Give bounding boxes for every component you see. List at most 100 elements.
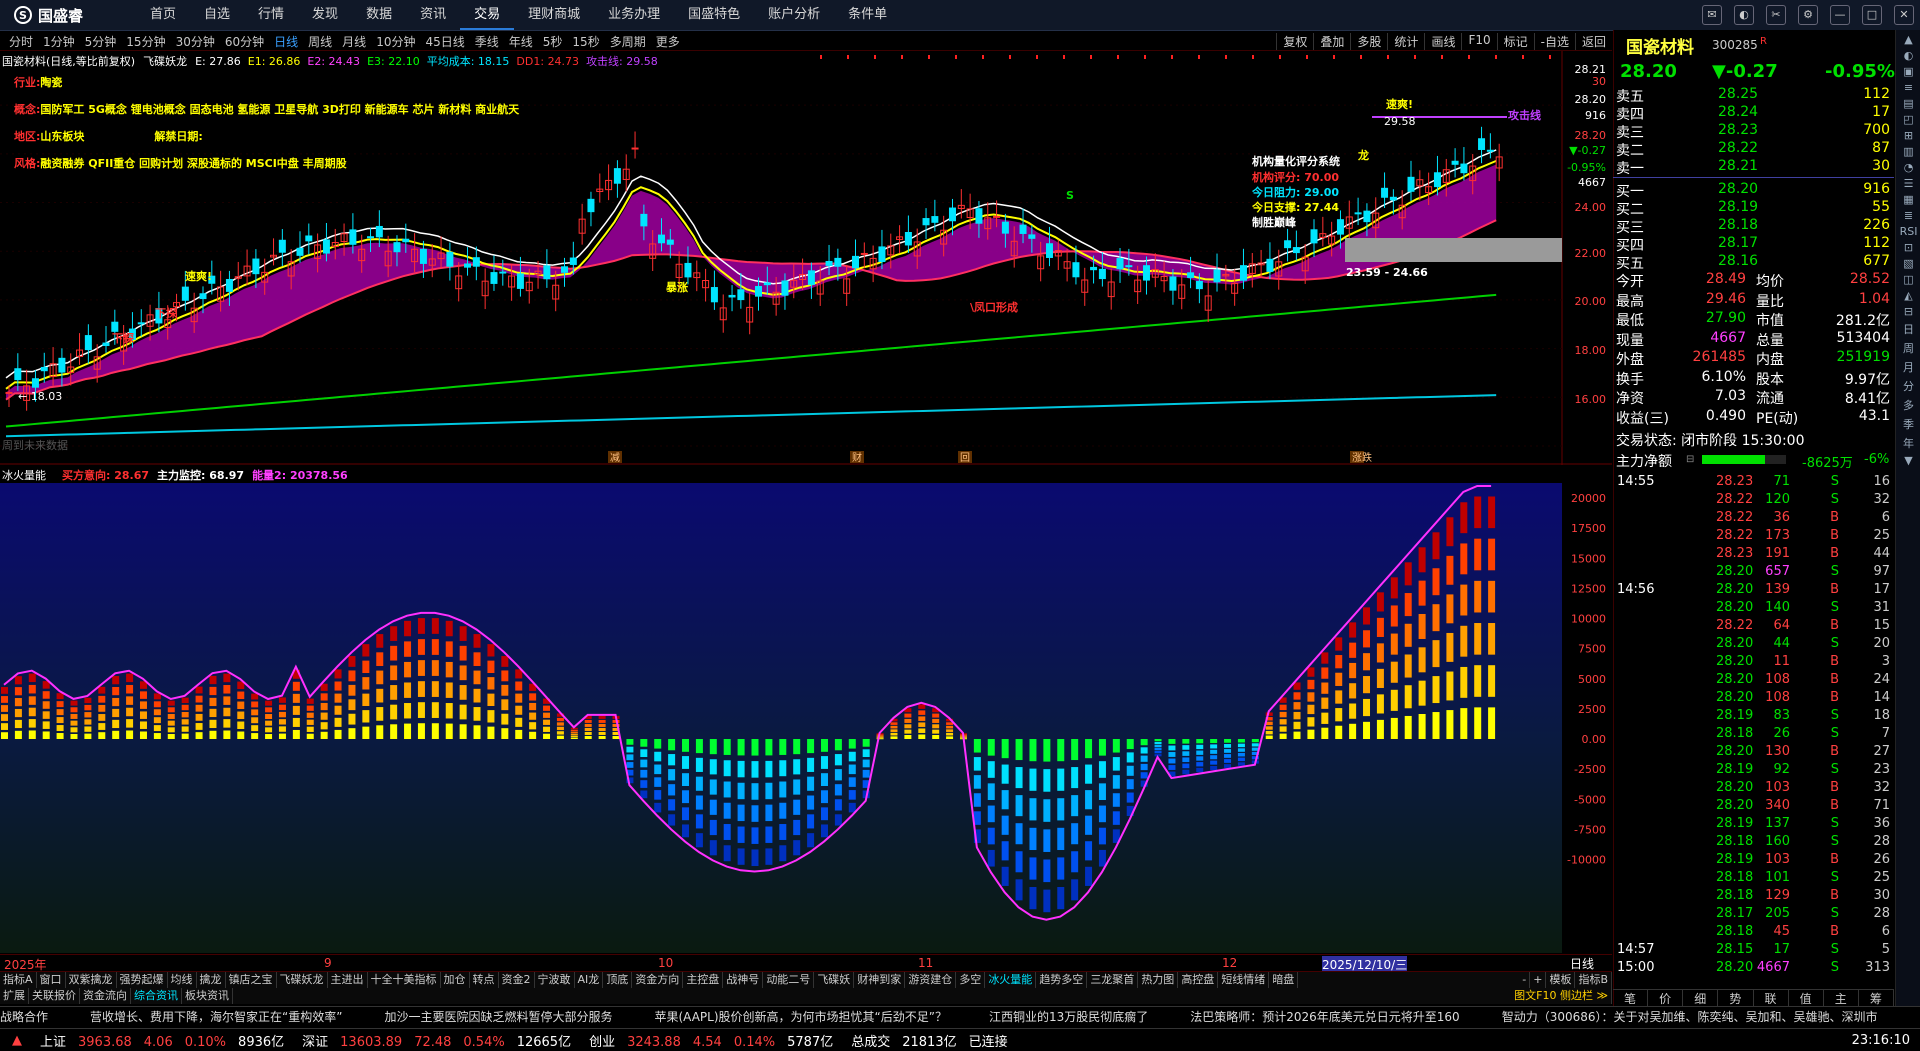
indicator-tab[interactable]: 转点 [470, 972, 499, 988]
period-tab[interactable]: 5秒 [538, 33, 568, 50]
sidebar-icon[interactable]: 日 [1896, 321, 1920, 337]
indicator-tab[interactable]: 动能二号 [763, 972, 815, 988]
message-icon[interactable]: ✉ [1702, 5, 1722, 25]
lower-title[interactable]: 冰火量能 [2, 467, 46, 483]
indicator-tab[interactable]: 热力图 [1138, 972, 1179, 988]
order-book-row[interactable]: 买三 28.18 226 [1613, 217, 1894, 236]
skin-icon[interactable]: ◐ [1734, 5, 1754, 25]
quote-tab[interactable]: 联 [1754, 990, 1789, 1006]
indicator-tab[interactable]: 宁波敢 [535, 972, 575, 988]
close-icon[interactable]: ✕ [1894, 5, 1914, 25]
menu-item[interactable]: 首页 [136, 0, 190, 30]
indicator-tab[interactable]: 均线 [168, 972, 197, 988]
quote-tab[interactable]: 价 [1648, 990, 1684, 1006]
sidebar-icon[interactable]: ◔ [1896, 161, 1920, 174]
info-tab[interactable]: 资金流向 [80, 988, 131, 1004]
period-tab[interactable]: 年线 [504, 33, 538, 50]
period-tab[interactable]: 月线 [337, 33, 371, 50]
order-book-row[interactable]: 卖二 28.22 87 [1613, 140, 1894, 159]
sidebar-icon[interactable]: ▥ [1896, 145, 1920, 158]
news-item[interactable]: 苹果(AAPL)股价创新高，为何市场担忧其“后劲不足”？ [654, 1010, 946, 1024]
menu-item[interactable]: 国盛特色 [674, 0, 754, 30]
chart-tool-button[interactable]: 画线 [1424, 33, 1461, 50]
news-item[interactable]: 智动力（300686）：关于对吴加维、陈奕纯、吴加和、吴雄驰、深圳市 [1502, 1010, 1878, 1024]
info-tab[interactable]: 综合资讯 [131, 988, 182, 1004]
sidebar-icon[interactable]: ⊟ [1896, 305, 1920, 318]
news-item[interactable]: 江西铜业的13万股民彻底瘸了 [989, 1010, 1148, 1024]
tick-list[interactable]: 14:55 28.23 71 S 16 28.22 120 S 32 28.22 36 B 6 28.22… [1613, 474, 1894, 978]
indicator-tab[interactable]: 资金2 [499, 972, 535, 988]
menu-item[interactable]: 数据 [352, 0, 406, 30]
chart-tool-button[interactable]: 标记 [1496, 33, 1534, 50]
sidebar-icon[interactable]: ▼ [1896, 454, 1920, 467]
app-logo[interactable]: S 国盛睿 [14, 4, 83, 26]
menu-item[interactable]: 条件单 [834, 0, 901, 30]
indicator-tab-right[interactable]: - [1519, 972, 1531, 988]
period-tab[interactable]: 分时 [4, 33, 38, 50]
maximize-icon[interactable]: □ [1862, 5, 1882, 25]
news-item[interactable]: 战略合作 [0, 1010, 48, 1024]
quote-tab[interactable]: 值 [1789, 990, 1824, 1006]
indicator-tab[interactable]: 顶底 [603, 972, 633, 988]
order-book-row[interactable]: 买四 28.17 112 [1613, 235, 1894, 254]
indicator-tab-right[interactable]: 指标B [1575, 972, 1612, 988]
period-tab[interactable]: 多周期 [605, 33, 651, 50]
news-ticker[interactable]: 战略合作 营收增长、费用下降，海尔智家正在“重构效率” 加沙一主要医院因缺乏燃料暂停… [0, 1006, 1920, 1027]
indicator-tab[interactable]: 趋势多空 [1036, 972, 1088, 988]
tools-icon[interactable]: ✂ [1766, 5, 1786, 25]
menu-item[interactable]: 自选 [190, 0, 244, 30]
expand-icon[interactable]: ⊟ [1686, 454, 1694, 465]
quote-tab[interactable]: 笔 [1613, 990, 1649, 1006]
sidebar-icon[interactable]: ◰ [1896, 113, 1920, 126]
volume-energy-chart[interactable]: 20000 17500 15000 12500 10000 7500 5000 2500 0.0… [0, 483, 1612, 953]
info-tab[interactable]: 板块资讯 [182, 988, 233, 1004]
sidebar-icon[interactable]: 季 [1896, 416, 1920, 432]
sidebar-icon[interactable]: ▤ [1896, 97, 1920, 110]
sidebar-icon[interactable]: ≣ [1896, 209, 1920, 222]
indicator-tab[interactable]: 主控盘 [683, 972, 724, 988]
chart-tool-button[interactable]: F10 [1461, 33, 1496, 50]
sidebar-icon[interactable]: ▣ [1896, 65, 1920, 78]
indicator-tab[interactable]: 擒龙 [197, 972, 226, 988]
news-item[interactable]: 营收增长、费用下降，海尔智家正在“重构效率” [90, 1010, 342, 1024]
settings-icon[interactable]: ⚙ [1798, 5, 1818, 25]
indicator-tab[interactable]: 冰火量能 [985, 972, 1037, 988]
quote-tab[interactable]: 势 [1718, 990, 1754, 1006]
indicator-tab-right[interactable]: 模板 [1546, 972, 1576, 988]
menu-item[interactable]: 行情 [244, 0, 298, 30]
period-tab[interactable]: 15秒 [567, 33, 604, 50]
sidebar-icon[interactable]: RSI [1896, 225, 1920, 238]
indicator-tab[interactable]: 多空 [956, 972, 986, 988]
order-book-row[interactable]: 买二 28.19 55 [1613, 199, 1894, 218]
period-tab[interactable]: 周线 [303, 33, 337, 50]
sidebar-icon[interactable]: ▧ [1896, 257, 1920, 270]
menu-item[interactable]: 业务办理 [594, 0, 674, 30]
info-tab[interactable]: 关联报价 [29, 988, 80, 1004]
indicator-tab[interactable]: 飞碟妖龙 [277, 972, 328, 988]
indicator-tab[interactable]: 战神号 [723, 972, 764, 988]
period-tab[interactable]: 日线 [269, 33, 303, 50]
sidebar-icon[interactable]: ▦ [1896, 193, 1920, 206]
period-tab[interactable]: 更多 [651, 33, 685, 50]
quote-tab[interactable]: 细 [1683, 990, 1719, 1006]
news-item[interactable]: 加沙一主要医院因缺乏燃料暂停大部分服务 [384, 1010, 612, 1024]
chart-tool-button[interactable]: 叠加 [1313, 33, 1350, 50]
sidebar-icon[interactable]: ◐ [1896, 49, 1920, 62]
indicator-tab[interactable]: 双紫擒龙 [66, 972, 117, 988]
sidebar-icon[interactable]: ☰ [1896, 177, 1920, 190]
sidebar-icon[interactable]: 年 [1896, 435, 1920, 451]
indicator-tab[interactable]: 主进出 [328, 972, 368, 988]
chart-tool-button[interactable]: 复权 [1276, 33, 1313, 50]
chart-tool-button[interactable]: 多股 [1350, 33, 1387, 50]
menu-item[interactable]: 账户分析 [754, 0, 834, 30]
sidebar-icon[interactable]: 多 [1896, 397, 1920, 413]
sidebar-icon[interactable]: ⊞ [1896, 129, 1920, 142]
sidebar-icon[interactable]: ▲ [1896, 33, 1920, 46]
indicator-tab[interactable]: 游资建仓 [905, 972, 957, 988]
indicator-tab[interactable]: 十全十美指标 [368, 972, 441, 988]
indicator-tab[interactable]: 短线情绪 [1218, 972, 1270, 988]
sidebar-icon[interactable]: 周 [1896, 340, 1920, 356]
minimize-icon[interactable]: — [1830, 5, 1850, 25]
period-tab[interactable]: 季线 [470, 33, 504, 50]
info-tab[interactable]: 扩展 [0, 988, 29, 1004]
